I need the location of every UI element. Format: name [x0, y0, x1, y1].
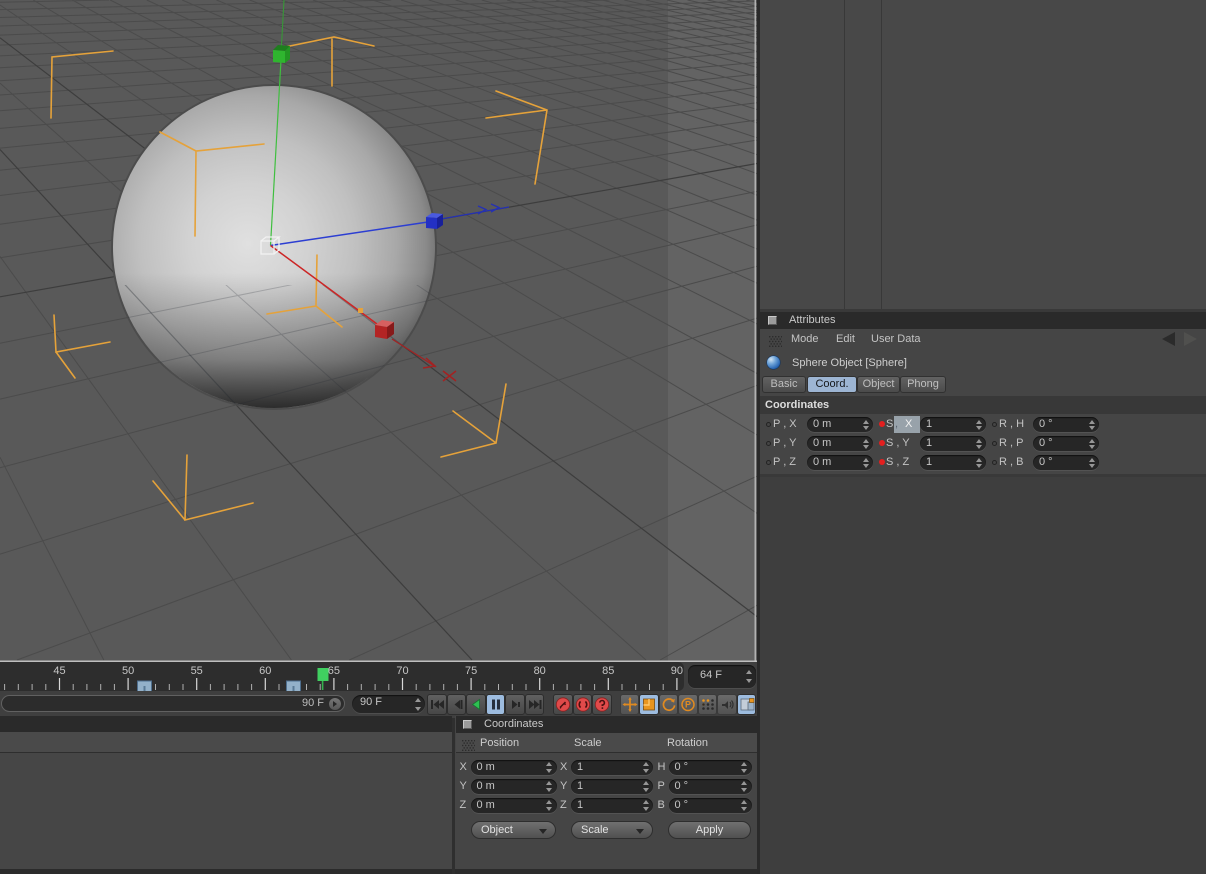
- svg-text:P: P: [685, 700, 691, 710]
